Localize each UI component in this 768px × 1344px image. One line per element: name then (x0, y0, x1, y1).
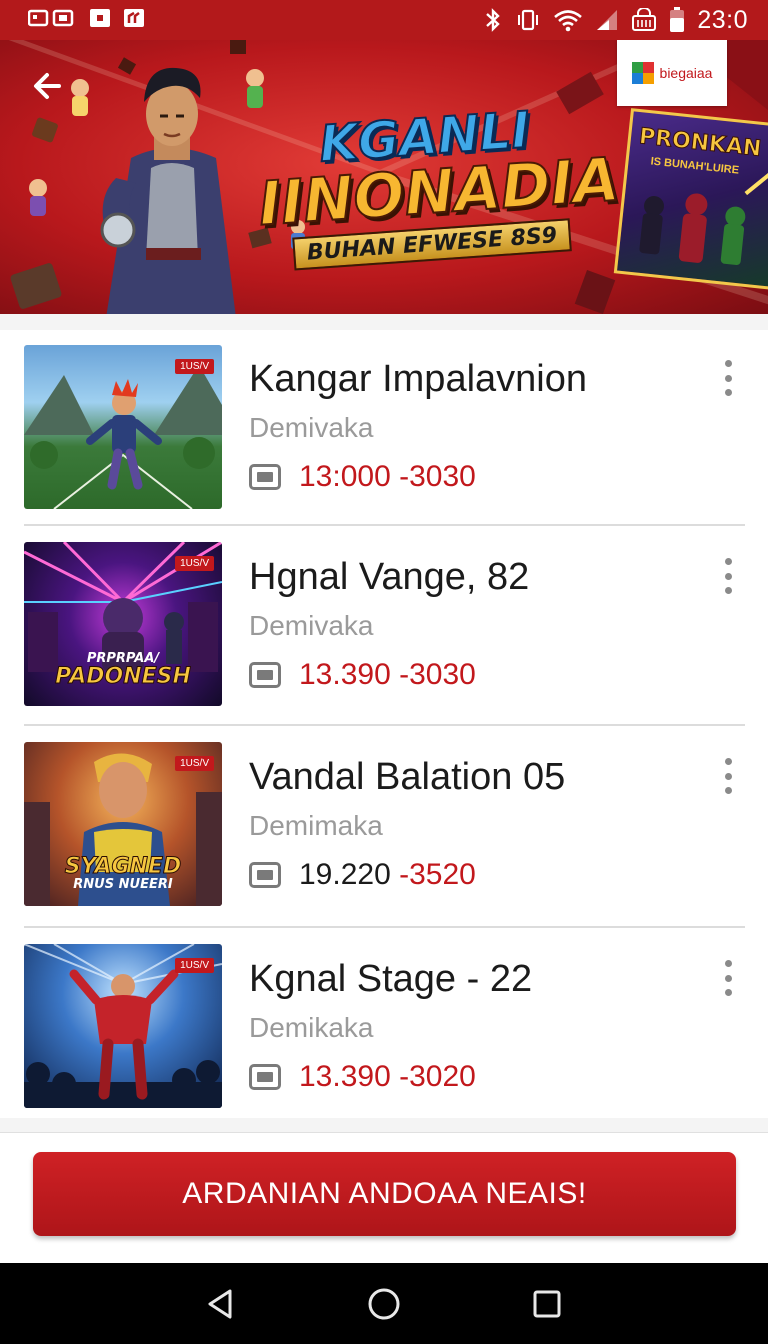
back-nav-icon[interactable] (191, 1274, 251, 1334)
more-options-icon[interactable] (716, 958, 740, 998)
item-price: 13.390 (299, 1060, 391, 1093)
ticket-icon (249, 662, 281, 688)
sim-icon (27, 9, 76, 32)
item-price-change: -3030 (399, 460, 476, 493)
hero-poster[interactable]: PRONKAN IS BUNAH'LUIRE (613, 108, 768, 290)
item-meta: 13.390 -3030 (249, 658, 476, 692)
item-price-change: -3520 (399, 858, 476, 891)
list-item[interactable]: 1US/V SYAGNED RNUS NUEERI Vandal Balation… (0, 728, 768, 928)
list-item[interactable]: 1US/V PRPRPAA/PADONESH Hgnal Vange, 82 D… (0, 528, 768, 728)
list-item[interactable]: 1US/V Kgnal Stage - 22 Demikaka 13.390 -… (0, 930, 768, 1130)
thumbnail-caption: SYAGNED RNUS NUEERI (24, 854, 222, 892)
hero-title: KGANLI IINONADIA BUHAN EFWESE 8S9 (253, 100, 623, 272)
item-title: Kangar Impalavnion (249, 358, 587, 400)
item-thumbnail[interactable]: 1US/V SYAGNED RNUS NUEERI (24, 742, 222, 906)
battery-icon (669, 7, 685, 33)
divider (24, 524, 745, 526)
signal-icon (595, 8, 619, 32)
item-tag: 1US/V (175, 756, 214, 771)
item-price-group: 13:000 -3030 (299, 460, 476, 494)
item-title: Hgnal Vange, 82 (249, 556, 530, 598)
item-thumbnail[interactable]: 1US/V PRPRPAA/PADONESH (24, 542, 222, 706)
hero-banner[interactable]: KGANLI IINONADIA BUHAN EFWESE 8S9 biegai… (0, 40, 768, 314)
back-button[interactable] (24, 62, 72, 110)
item-subtitle: Demimaka (249, 810, 383, 841)
item-thumbnail[interactable]: 1US/V (24, 345, 222, 509)
app-icon (124, 8, 144, 32)
divider (24, 926, 745, 928)
status-bar: 23:0 (0, 0, 768, 40)
divider (24, 724, 745, 726)
item-meta: 13.390 -3020 (249, 1060, 476, 1094)
arrow-left-icon (34, 73, 61, 99)
item-price: 13.390 (299, 658, 391, 691)
brand-badge[interactable]: biegaiaa (617, 40, 727, 106)
thumbnail-caption-sub: RNUS NUEERI (73, 877, 173, 892)
lock-signal-icon (631, 8, 657, 32)
thumbnail-caption-main: PADONESH (55, 664, 192, 689)
item-price: 19.220 (299, 858, 391, 891)
primary-cta-button[interactable]: ARDANIAN ANDOAA NEAIS! (33, 1152, 736, 1236)
item-tag: 1US/V (175, 359, 214, 374)
item-meta: 13:000 -3030 (249, 460, 476, 494)
item-price-group: 19.220 -3520 (299, 858, 476, 892)
thumbnail-caption-main: SYAGNED (64, 854, 182, 879)
hero-character (100, 67, 236, 314)
brand-label: biegaiaa (659, 65, 713, 81)
item-price-group: 13.390 -3030 (299, 658, 476, 692)
item-price-change: -3020 (399, 1060, 476, 1093)
item-subtitle: Demivaka (249, 610, 374, 641)
bluetooth-icon (483, 8, 503, 32)
system-nav-bar (0, 1263, 768, 1344)
item-subtitle: Demivaka (249, 412, 374, 443)
more-options-icon[interactable] (716, 756, 740, 796)
status-left-icons (27, 8, 144, 32)
item-tag: 1US/V (175, 958, 214, 973)
ticket-icon (249, 862, 281, 888)
brand-logo-icon (631, 62, 654, 84)
vibrate-icon (515, 8, 541, 32)
recents-nav-icon[interactable] (517, 1274, 577, 1334)
bottom-action-bar: ARDANIAN ANDOAA NEAIS! (0, 1132, 768, 1263)
item-tag: 1US/V (175, 556, 214, 571)
item-title: Vandal Balation 05 (249, 756, 566, 798)
item-price-group: 13.390 -3020 (299, 1060, 476, 1094)
ticket-icon (249, 1064, 281, 1090)
status-right-icons: 23:0 (483, 6, 748, 35)
item-subtitle: Demikaka (249, 1012, 374, 1043)
item-thumbnail[interactable]: 1US/V (24, 944, 222, 1108)
item-title: Kgnal Stage - 22 (249, 958, 533, 1000)
item-price-change: -3030 (399, 658, 476, 691)
more-options-icon[interactable] (716, 358, 740, 398)
poster-art (639, 165, 768, 265)
clock: 23:0 (697, 5, 748, 34)
item-meta: 19.220 -3520 (249, 858, 476, 892)
wifi-icon (553, 8, 583, 32)
ticket-icon (249, 464, 281, 490)
more-options-icon[interactable] (716, 556, 740, 596)
notification-icon (90, 8, 110, 32)
item-price: 13:000 (299, 460, 391, 493)
list-item[interactable]: 1US/V Kangar Impalavnion Demivaka 13:000… (0, 330, 768, 530)
home-nav-icon[interactable] (354, 1274, 414, 1334)
thumbnail-caption: PRPRPAA/PADONESH (24, 652, 222, 689)
item-list: 1US/V Kangar Impalavnion Demivaka 13:000… (0, 330, 768, 1118)
